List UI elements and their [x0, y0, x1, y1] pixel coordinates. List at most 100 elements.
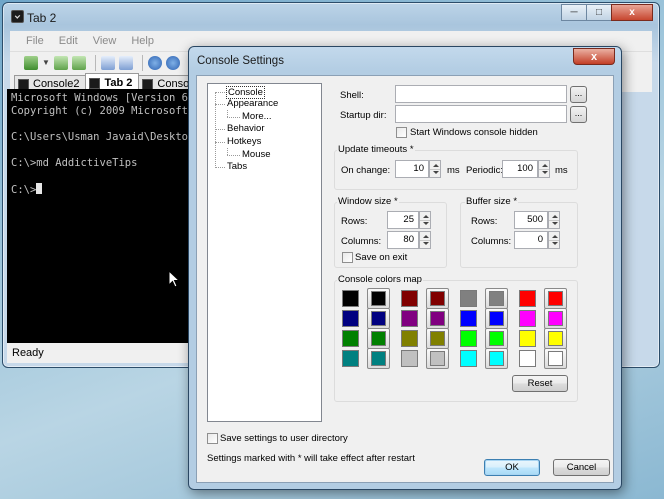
- new-tab-dropdown-icon[interactable]: ▼: [42, 58, 50, 67]
- minimize-button[interactable]: ─: [561, 4, 587, 21]
- menu-edit[interactable]: Edit: [59, 35, 78, 47]
- save-user-dir-checkbox[interactable]: [207, 433, 218, 444]
- tree-item-behavior[interactable]: Behavior: [227, 123, 265, 134]
- dialog-close-button[interactable]: x: [573, 48, 615, 65]
- color-picker-button[interactable]: [367, 348, 390, 369]
- color-swatch[interactable]: [342, 310, 359, 327]
- color-picker-button[interactable]: [485, 288, 508, 309]
- toolbar-separator: [141, 54, 143, 71]
- buffer-columns-spinner[interactable]: [548, 231, 560, 249]
- maximize-button[interactable]: □: [586, 4, 612, 21]
- copy-icon[interactable]: [100, 55, 115, 70]
- ok-button[interactable]: OK: [484, 459, 540, 476]
- window-columns-spinner[interactable]: [419, 231, 431, 249]
- startup-dir-browse-button[interactable]: ...: [570, 106, 587, 123]
- color-swatch-preview: [430, 311, 445, 326]
- console-line: C:\>md AddictiveTips: [11, 157, 138, 169]
- cancel-button[interactable]: Cancel: [553, 459, 610, 476]
- window-rows-input[interactable]: 25: [387, 211, 419, 229]
- color-swatch-preview: [371, 311, 386, 326]
- close-button[interactable]: x: [611, 4, 653, 21]
- color-swatch-preview: [489, 331, 504, 346]
- text-cursor: [36, 183, 43, 194]
- color-picker-button[interactable]: [544, 288, 567, 309]
- color-swatch[interactable]: [401, 350, 418, 367]
- tree-connector: [215, 129, 225, 130]
- tree-connector: [227, 155, 240, 156]
- menu-help[interactable]: Help: [131, 35, 154, 47]
- color-swatch-preview: [548, 291, 563, 306]
- color-picker-button[interactable]: [367, 328, 390, 349]
- color-swatch[interactable]: [342, 290, 359, 307]
- color-swatch[interactable]: [519, 290, 536, 307]
- start-hidden-checkbox[interactable]: [396, 127, 407, 138]
- color-picker-button[interactable]: [485, 348, 508, 369]
- buffer-rows-spinner[interactable]: [548, 211, 560, 229]
- color-picker-button[interactable]: [426, 328, 449, 349]
- previous-tab-icon[interactable]: [53, 55, 68, 70]
- next-tab-icon[interactable]: [71, 55, 86, 70]
- color-picker-button[interactable]: [485, 308, 508, 329]
- new-tab-icon[interactable]: [24, 55, 38, 70]
- color-swatch[interactable]: [519, 330, 536, 347]
- window-columns-input[interactable]: 80: [387, 231, 419, 249]
- console-tab-icon: [142, 78, 154, 90]
- tree-connector: [227, 148, 228, 155]
- save-on-exit-checkbox[interactable]: [342, 252, 353, 263]
- tree-item-appearance[interactable]: Appearance: [227, 98, 278, 109]
- color-swatch[interactable]: [460, 350, 477, 367]
- tree-item-tabs[interactable]: Tabs: [227, 161, 247, 172]
- color-picker-button[interactable]: [544, 348, 567, 369]
- buffer-columns-input[interactable]: 0: [514, 231, 548, 249]
- color-swatch[interactable]: [519, 310, 536, 327]
- tree-item-more[interactable]: More...: [242, 111, 272, 122]
- buffer-columns-label: Columns:: [471, 236, 512, 247]
- window-columns-label: Columns:: [341, 236, 382, 247]
- help-icon[interactable]: [165, 55, 180, 70]
- console-app-icon: [11, 10, 24, 23]
- buffer-rows-input[interactable]: 500: [514, 211, 548, 229]
- color-swatch[interactable]: [342, 350, 359, 367]
- settings-icon[interactable]: [147, 55, 162, 70]
- ms-label: ms: [555, 165, 568, 176]
- color-picker-button[interactable]: [367, 288, 390, 309]
- reset-button[interactable]: Reset: [512, 375, 568, 392]
- menu-file[interactable]: File: [26, 35, 44, 47]
- startup-dir-input[interactable]: [395, 105, 567, 123]
- color-swatch[interactable]: [460, 330, 477, 347]
- tree-item-mouse[interactable]: Mouse: [242, 149, 271, 160]
- color-swatch[interactable]: [401, 310, 418, 327]
- paste-icon[interactable]: [118, 55, 133, 70]
- color-picker-button[interactable]: [426, 308, 449, 329]
- periodic-spinner[interactable]: [538, 160, 550, 178]
- color-swatch[interactable]: [342, 330, 359, 347]
- menu-view[interactable]: View: [93, 35, 117, 47]
- ms-label: ms: [447, 165, 460, 176]
- color-swatch[interactable]: [460, 290, 477, 307]
- console-output[interactable]: Microsoft Windows [Version 6 Copyright (c…: [7, 89, 193, 343]
- color-picker-button[interactable]: [426, 288, 449, 309]
- color-swatch[interactable]: [401, 290, 418, 307]
- settings-tree[interactable]: Console Appearance More... Behavior Hotk…: [207, 83, 322, 422]
- toolbar-separator: [94, 54, 96, 71]
- status-bar: Ready: [7, 343, 193, 363]
- color-picker-button[interactable]: [485, 328, 508, 349]
- tree-item-hotkeys[interactable]: Hotkeys: [227, 136, 261, 147]
- window-rows-spinner[interactable]: [419, 211, 431, 229]
- periodic-input[interactable]: 100: [502, 160, 538, 178]
- color-swatch-preview: [548, 351, 563, 366]
- color-swatch[interactable]: [519, 350, 536, 367]
- color-picker-button[interactable]: [426, 348, 449, 369]
- on-change-spinner[interactable]: [429, 160, 441, 178]
- status-text: Ready: [12, 347, 44, 359]
- shell-browse-button[interactable]: ...: [570, 86, 587, 103]
- color-swatch[interactable]: [460, 310, 477, 327]
- color-picker-button[interactable]: [367, 308, 390, 329]
- shell-input[interactable]: [395, 85, 567, 103]
- color-swatch-preview: [371, 291, 386, 306]
- window-rows-label: Rows:: [341, 216, 368, 227]
- on-change-input[interactable]: 10: [395, 160, 429, 178]
- color-picker-button[interactable]: [544, 308, 567, 329]
- color-picker-button[interactable]: [544, 328, 567, 349]
- color-swatch[interactable]: [401, 330, 418, 347]
